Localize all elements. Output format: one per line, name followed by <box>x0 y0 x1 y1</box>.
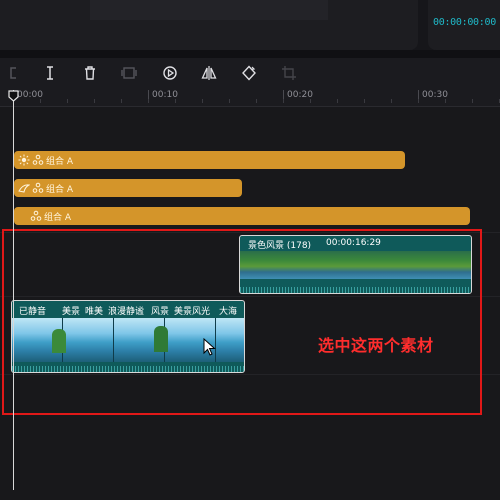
mirror-icon[interactable] <box>200 64 218 82</box>
sun-icon <box>18 154 30 166</box>
split-icon[interactable] <box>41 64 59 82</box>
ruler-tick-minor <box>337 99 338 103</box>
ruler-tick-minor <box>67 99 68 103</box>
reverse-play-icon[interactable] <box>161 64 179 82</box>
group-icon <box>32 154 44 165</box>
annotation-text: 选中这两个素材 <box>318 336 434 355</box>
effect-label: 组合 A <box>46 156 74 167</box>
ruler-tick-minor <box>472 99 473 103</box>
effect-label: 组合 A <box>44 212 72 223</box>
effect-clip[interactable]: 组合 A <box>14 179 242 197</box>
ruler-tick-minor <box>418 99 419 103</box>
mouse-cursor-icon <box>203 338 216 356</box>
playhead-handle[interactable] <box>8 90 19 102</box>
delete-icon[interactable] <box>81 64 99 82</box>
current-timecode: 00:00:00:00 <box>433 17 496 28</box>
ruler-tick-minor <box>229 99 230 103</box>
effect-clip[interactable]: 组合 A <box>14 207 470 225</box>
group-icon <box>30 210 42 221</box>
effect-label: 组合 A <box>46 184 74 195</box>
crop-icon[interactable] <box>280 64 298 82</box>
ruler-tick-minor <box>310 99 311 103</box>
ruler-tick-minor <box>148 99 149 103</box>
group-icon <box>32 182 44 193</box>
ruler-tick-minor <box>445 99 446 103</box>
ruler-tick-minor <box>283 99 284 103</box>
preview-canvas <box>90 0 328 20</box>
undo-icon[interactable] <box>4 64 22 82</box>
rotate-icon[interactable] <box>240 64 258 82</box>
ruler-tick-minor <box>175 99 176 103</box>
panel-divider[interactable] <box>0 50 500 58</box>
playhead-line[interactable] <box>13 90 14 490</box>
ruler-tick-minor <box>202 99 203 103</box>
effect-clip[interactable]: 组合 A <box>14 151 405 169</box>
sparkle-icon <box>18 184 30 193</box>
freeze-icon[interactable] <box>120 64 138 82</box>
ruler-tick-minor <box>256 99 257 103</box>
selection-highlight-box <box>2 229 482 415</box>
ruler-tick-minor <box>40 99 41 103</box>
ruler-tick-minor <box>391 99 392 103</box>
ruler-tick-minor <box>364 99 365 103</box>
ruler-tick-minor <box>121 99 122 103</box>
ruler-tick-minor <box>94 99 95 103</box>
